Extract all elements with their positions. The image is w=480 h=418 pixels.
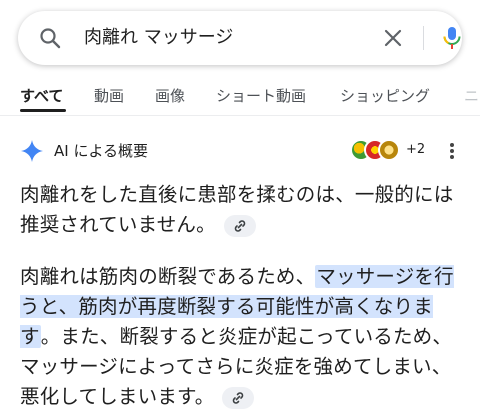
mic-icon[interactable] [440,25,464,51]
search-icon[interactable] [38,26,62,50]
sparkle-icon [21,140,43,162]
searchbar-divider [423,26,424,50]
link-icon [234,219,246,232]
ai-overview-paragraph-2: 肉離れは筋肉の断裂であるため、マッサージを行うと、筋肉が再度断裂する可能性が高く… [20,262,468,412]
tabs-divider [0,115,480,116]
citation-link-button-2[interactable] [222,386,255,409]
ai-overview-header: AI による概要 +2 [20,138,460,164]
source-favicon-3[interactable] [378,139,400,161]
tab-short-videos[interactable]: ショート動画 [216,86,306,106]
search-tabs: すべて 動画 画像 ショート動画 ショッピング ニ [0,84,480,112]
tab-news-partial[interactable]: ニ [464,86,479,106]
ai-overview-paragraph-1: 肉離れをした直後に患部を揉むのは、一般的には推奨されていません。 [20,180,468,240]
tab-images[interactable]: 画像 [155,86,185,106]
source-avatars[interactable]: +2 [350,138,450,164]
tab-all[interactable]: すべて [20,86,63,106]
citation-link-button[interactable] [223,214,256,237]
more-vert-icon[interactable] [444,140,460,162]
tab-shopping[interactable]: ショッピング [340,86,430,106]
close-icon[interactable] [381,26,405,50]
link-icon [233,391,244,404]
tab-videos[interactable]: 動画 [94,86,124,106]
source-count[interactable]: +2 [406,142,425,157]
paragraph-2-text-before: 肉離れは筋肉の断裂であるため、 [20,265,316,288]
search-input[interactable]: 肉離れ マッサージ [84,26,233,50]
active-tab-indicator [20,109,66,112]
ai-overview-title: AI による概要 [54,142,149,160]
search-bar[interactable]: 肉離れ マッサージ [18,11,462,65]
google-search-results-page: 肉離れ マッサージ すべて 動画 画像 ショート動画 ショッピング ニ AI に… [0,0,480,418]
